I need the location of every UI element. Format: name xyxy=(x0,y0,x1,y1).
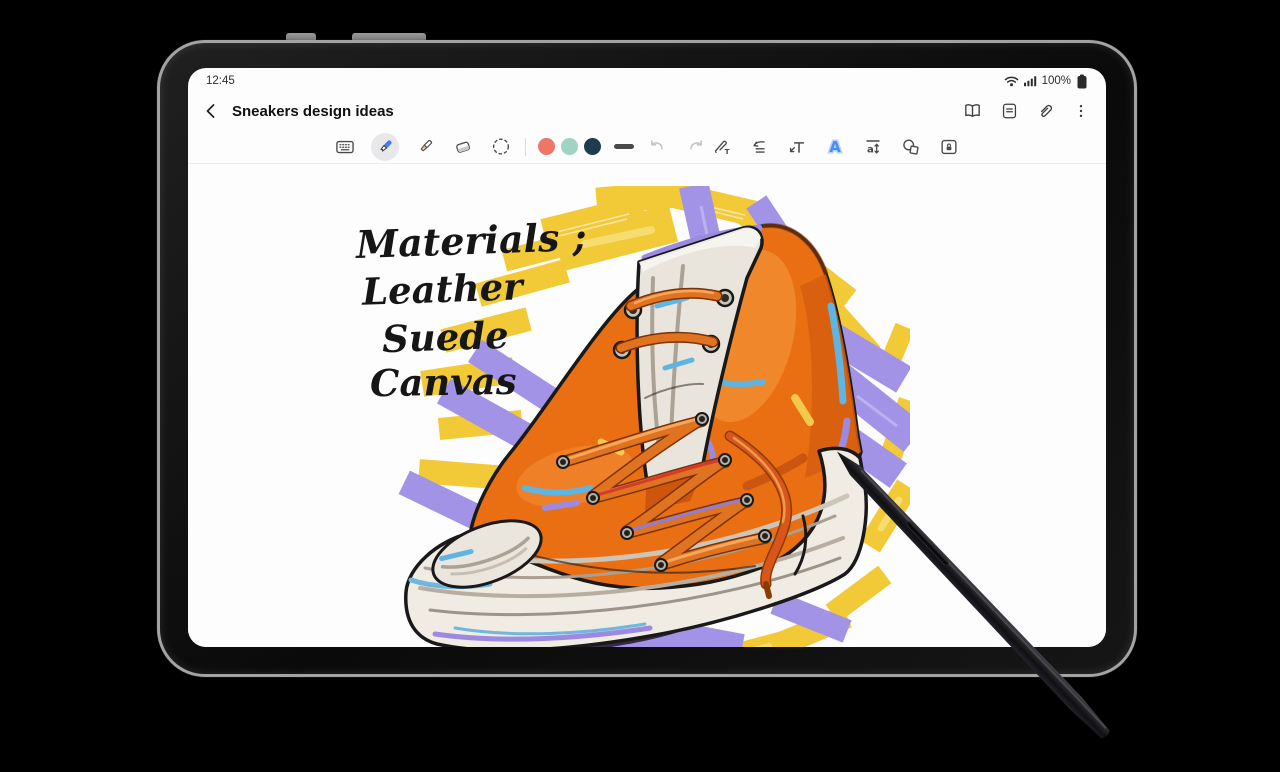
pen-tool-button pen-icon[interactable] xyxy=(371,133,399,161)
wifi-icon xyxy=(1004,75,1019,87)
keyboard-tool-button keyboard-icon[interactable] xyxy=(333,135,357,159)
tablet-device: 12:45 100% xyxy=(157,40,1137,677)
eraser-tool-button eraser-icon[interactable] xyxy=(451,135,475,159)
battery-icon xyxy=(1076,74,1088,89)
attach-icon[interactable] xyxy=(1036,101,1055,121)
redo-button redo-icon[interactable] xyxy=(684,135,708,159)
pen-color-navy[interactable] xyxy=(584,138,601,155)
page-title: Sneakers design ideas xyxy=(232,103,394,120)
cellular-signal-icon xyxy=(1024,75,1037,87)
convert-to-text-button pen-to-text-icon[interactable]: T xyxy=(709,135,733,159)
back-button chevron-left-icon[interactable] xyxy=(202,102,220,120)
s-pen-to-text-button handwriting-a-icon[interactable]: A A xyxy=(823,135,847,159)
more-icon[interactable] xyxy=(1072,101,1090,121)
straighten-button straighten-icon[interactable] xyxy=(747,135,771,159)
undo-button undo-icon[interactable] xyxy=(645,135,669,159)
svg-text:A: A xyxy=(829,139,841,156)
shapes-button shapes-icon[interactable] xyxy=(899,135,923,159)
resize-text-button text-size-icon[interactable] xyxy=(785,135,809,159)
text-spacing-button spacing-icon[interactable]: a xyxy=(861,135,885,159)
handwriting-line: Materials ; xyxy=(355,214,587,267)
reading-mode-icon[interactable] xyxy=(962,101,983,121)
highlighter-tool-button highlighter-icon[interactable] xyxy=(413,135,437,159)
handwriting-line: Suede xyxy=(381,313,509,361)
svg-text:T: T xyxy=(725,146,730,155)
toolbar-divider xyxy=(525,138,526,156)
pen-color-teal[interactable] xyxy=(561,138,578,155)
status-bar: 12:45 100% xyxy=(188,68,1106,92)
stroke-thickness-button[interactable] xyxy=(614,144,634,149)
handwriting-line: Canvas xyxy=(370,359,517,406)
page-lock-button lock-icon[interactable] xyxy=(937,135,961,159)
drawing-toolbar: T xyxy=(188,130,1106,164)
note-canvas[interactable]: Materials ; Leather Suede Canvas xyxy=(188,164,1106,647)
battery-percent: 100% xyxy=(1042,75,1071,87)
handwriting-line: Leather xyxy=(361,264,523,314)
page-view-icon[interactable] xyxy=(1000,101,1019,121)
title-bar: Sneakers design ideas xyxy=(188,92,1106,130)
svg-text:a: a xyxy=(867,144,874,155)
lasso-select-tool-button lasso-icon[interactable] xyxy=(489,135,513,159)
clock: 12:45 xyxy=(206,75,235,87)
screen: 12:45 100% xyxy=(188,68,1106,647)
pen-color-coral[interactable] xyxy=(538,138,555,155)
scene: 12:45 100% xyxy=(0,0,1280,772)
